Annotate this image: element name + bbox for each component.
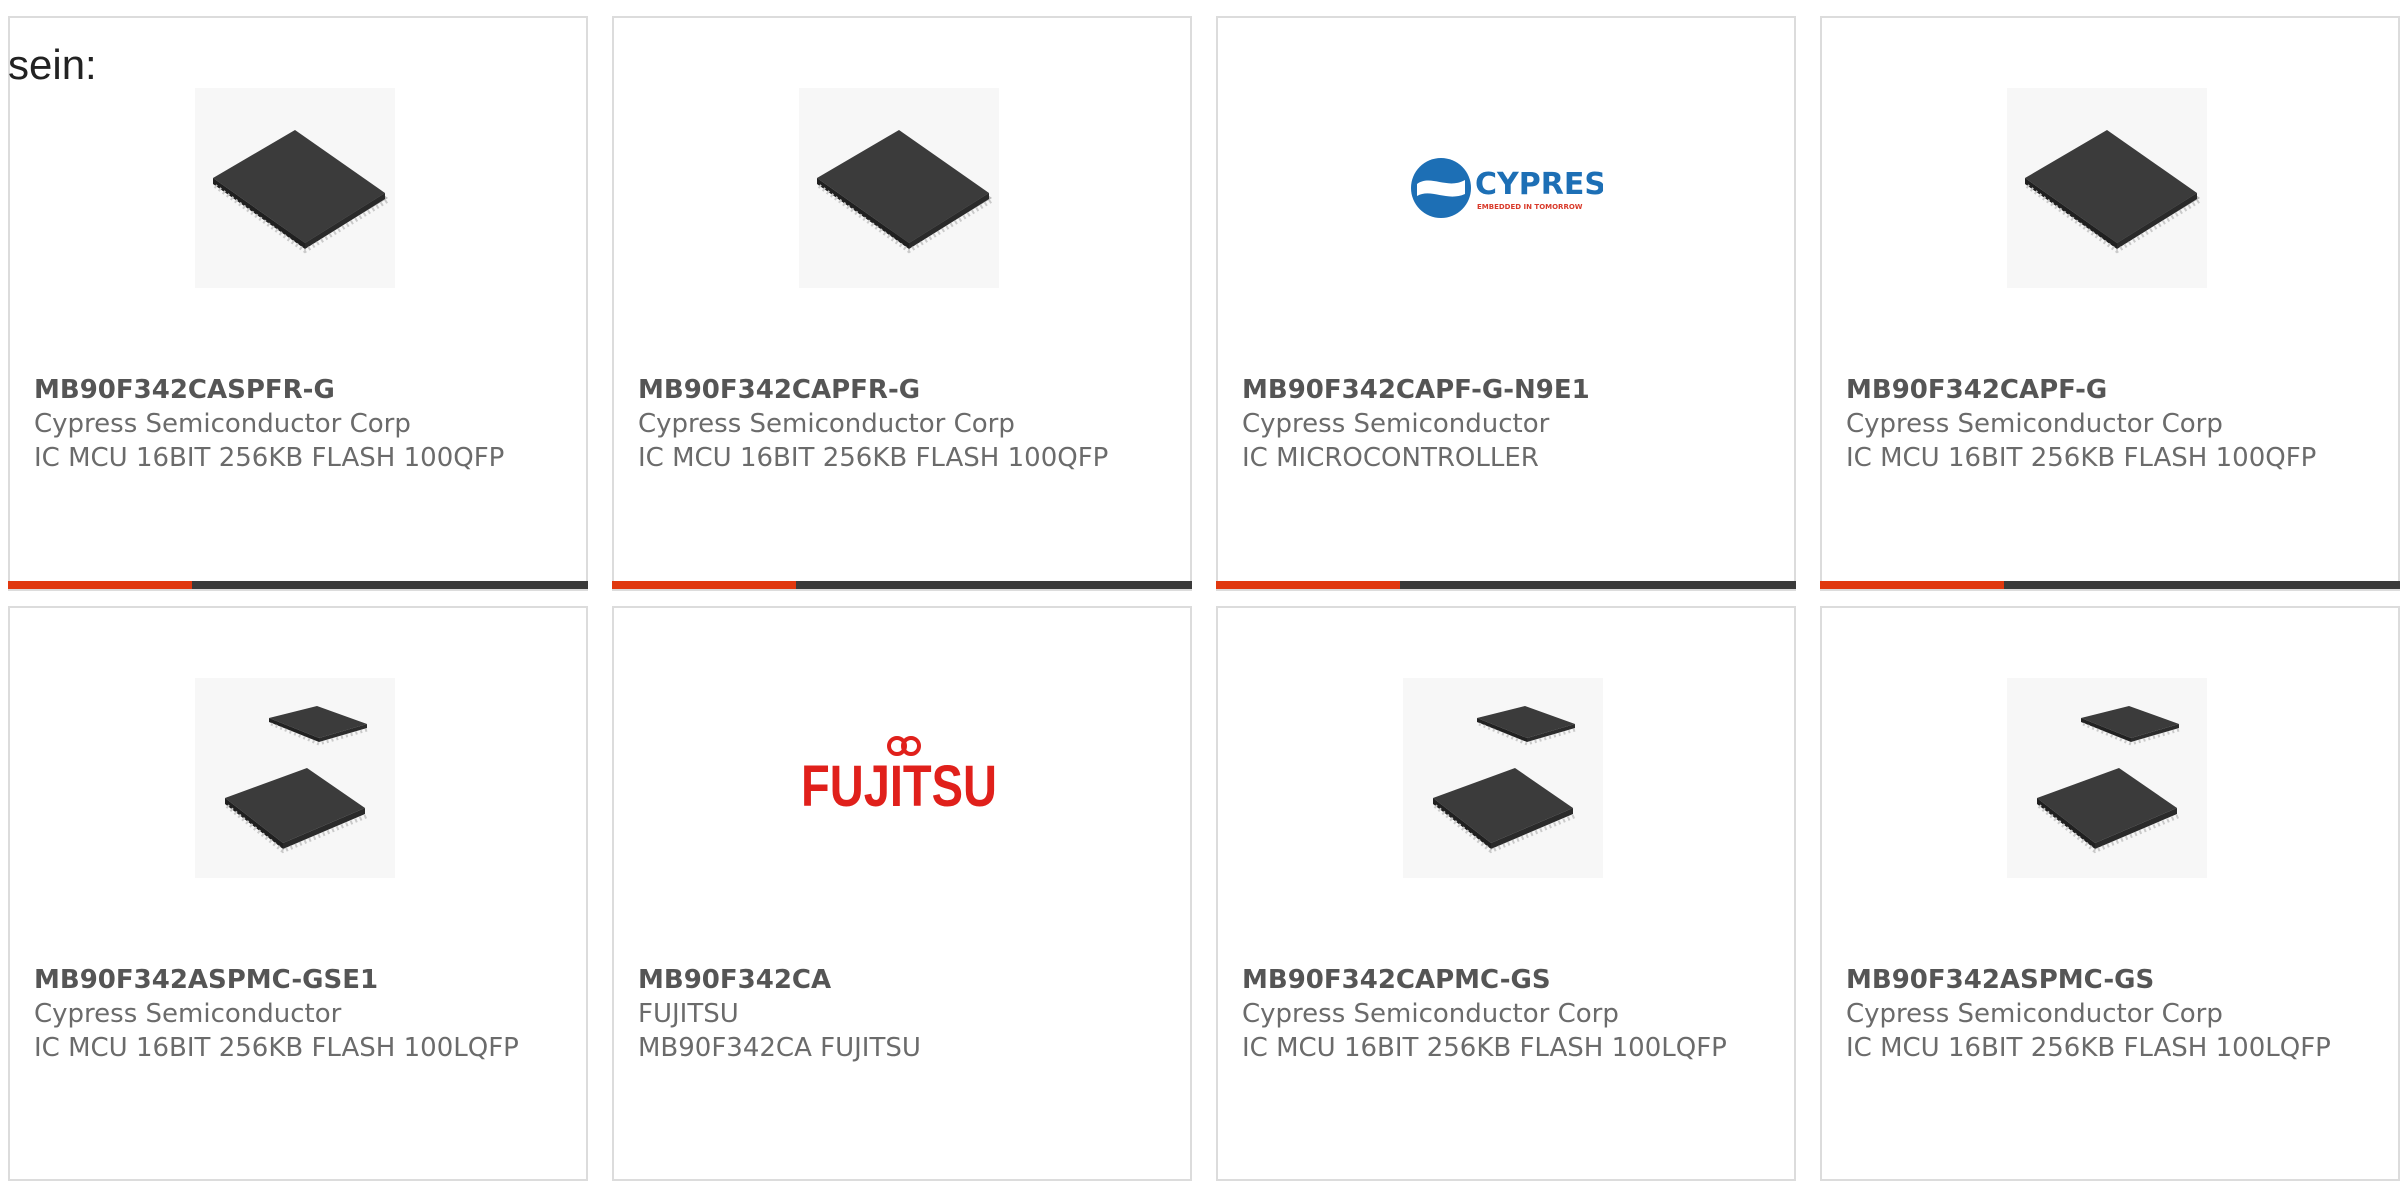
product-card[interactable]: MB90F342CAPF-G Cypress Semiconductor Cor…	[1820, 16, 2400, 591]
card-bar	[1820, 581, 2400, 589]
product-image[interactable]	[799, 88, 999, 288]
product-grid: MB90F342CASPFR-G Cypress Semiconductor C…	[0, 0, 2400, 1181]
description: IC MCU 16BIT 256KB FLASH 100LQFP	[34, 1033, 519, 1063]
manufacturer: FUJITSU	[638, 999, 739, 1029]
page-heading: sein:	[8, 41, 97, 88]
product-image[interactable]: CYPRESS EMBEDDED IN TOMORROW	[1403, 88, 1603, 288]
description: IC MCU 16BIT 256KB FLASH 100QFP	[638, 443, 1109, 473]
product-card[interactable]: MB90F342CAPMC-GS Cypress Semiconductor C…	[1216, 606, 1796, 1181]
card-bar-accent	[612, 581, 796, 589]
manufacturer: Cypress Semiconductor Corp	[34, 409, 411, 439]
part-number[interactable]: MB90F342CAPF-G	[1846, 373, 2374, 407]
card-bar-accent	[1216, 581, 1400, 589]
product-image[interactable]	[195, 678, 395, 878]
qfp-chip-icon	[799, 88, 999, 288]
product-card[interactable]: CYPRESS EMBEDDED IN TOMORROW MB90F342CAP…	[1216, 16, 1796, 591]
product-card[interactable]: MB90F342ASPMC-GSE1 Cypress Semiconductor…	[8, 606, 588, 1181]
description: IC MCU 16BIT 256KB FLASH 100QFP	[34, 443, 505, 473]
svg-text:FUJITSU: FUJITSU	[801, 754, 997, 819]
lqfp-chips-icon	[1403, 678, 1603, 878]
card-bar	[612, 581, 1192, 589]
card-bar-accent	[8, 581, 192, 589]
part-number[interactable]: MB90F342CA	[638, 963, 1166, 997]
product-card[interactable]: MB90F342CASPFR-G Cypress Semiconductor C…	[8, 16, 588, 591]
part-number[interactable]: MB90F342CASPFR-G	[34, 373, 562, 407]
manufacturer: Cypress Semiconductor Corp	[638, 409, 1015, 439]
product-image[interactable]: FUJITSU	[799, 678, 999, 878]
manufacturer: Cypress Semiconductor Corp	[1242, 999, 1619, 1029]
product-image[interactable]	[1403, 678, 1603, 878]
svg-text:CYPRESS: CYPRESS	[1475, 167, 1603, 202]
svg-text:EMBEDDED IN TOMORROW: EMBEDDED IN TOMORROW	[1477, 203, 1583, 211]
part-number[interactable]: MB90F342CAPMC-GS	[1242, 963, 1770, 997]
part-number[interactable]: MB90F342ASPMC-GS	[1846, 963, 2374, 997]
product-card[interactable]: MB90F342CAPFR-G Cypress Semiconductor Co…	[612, 16, 1192, 591]
description: MB90F342CA FUJITSU	[638, 1033, 921, 1063]
card-bar	[8, 581, 588, 589]
product-card[interactable]: MB90F342ASPMC-GS Cypress Semiconductor C…	[1820, 606, 2400, 1181]
description: IC MCU 16BIT 256KB FLASH 100LQFP	[1242, 1033, 1727, 1063]
card-bar	[1216, 581, 1796, 589]
description: IC MCU 16BIT 256KB FLASH 100LQFP	[1846, 1033, 2331, 1063]
qfp-chip-icon	[2007, 88, 2207, 288]
description: IC MICROCONTROLLER	[1242, 443, 1539, 473]
lqfp-chips-icon	[195, 678, 395, 878]
part-number[interactable]: MB90F342CAPF-G-N9E1	[1242, 373, 1770, 407]
manufacturer: Cypress Semiconductor	[34, 999, 342, 1029]
manufacturer: Cypress Semiconductor	[1242, 409, 1550, 439]
manufacturer: Cypress Semiconductor Corp	[1846, 409, 2223, 439]
product-card[interactable]: FUJITSU MB90F342CA FUJITSU MB90F342CA FU…	[612, 606, 1192, 1181]
card-bar-accent	[1820, 581, 2004, 589]
product-image[interactable]	[195, 88, 395, 288]
product-image[interactable]	[2007, 678, 2207, 878]
product-image[interactable]	[2007, 88, 2207, 288]
lqfp-chips-icon	[2007, 678, 2207, 878]
part-number[interactable]: MB90F342ASPMC-GSE1	[34, 963, 562, 997]
qfp-chip-icon	[195, 88, 395, 288]
cypress-logo-icon: CYPRESS EMBEDDED IN TOMORROW	[1411, 158, 1603, 218]
part-number[interactable]: MB90F342CAPFR-G	[638, 373, 1166, 407]
manufacturer: Cypress Semiconductor Corp	[1846, 999, 2223, 1029]
fujitsu-logo-icon: FUJITSU	[801, 736, 997, 819]
description: IC MCU 16BIT 256KB FLASH 100QFP	[1846, 443, 2317, 473]
